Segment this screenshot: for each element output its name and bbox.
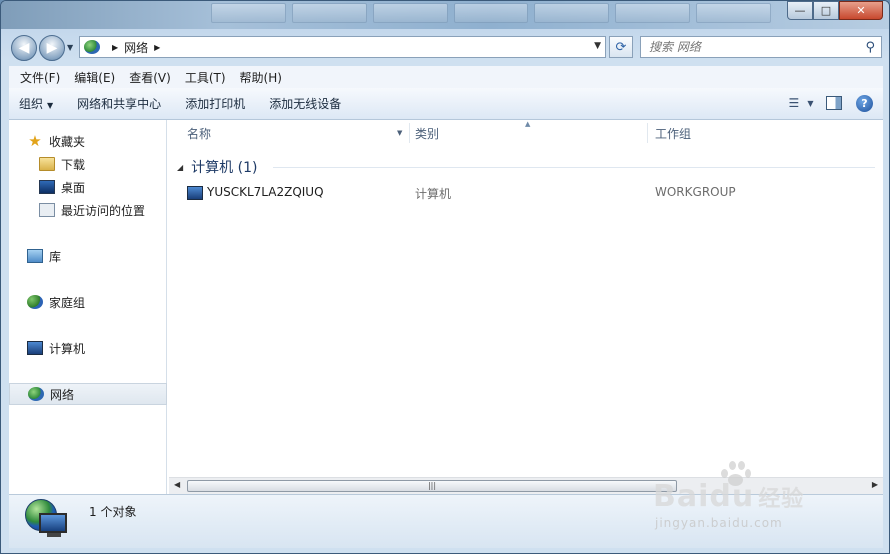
horizontal-scrollbar[interactable]: ◀ ||| ▶ [169,477,883,494]
help-icon: ? [861,96,868,110]
command-bar: 组织 ▼ 网络和共享中心 添加打印机 添加无线设备 ☰ ▼ ? [9,88,883,120]
column-header-type[interactable]: 类别 [397,120,637,146]
menu-bar: 文件(F) 编辑(E) 查看(V) 工具(T) 帮助(H) [9,66,883,88]
group-divider [273,167,875,168]
column-header-label: 类别 [415,126,440,141]
add-printer-button[interactable]: 添加打印机 [175,95,259,112]
search-icon[interactable]: ⚲ [865,40,875,55]
view-dropdown-icon: ▼ [807,98,814,108]
menu-tools[interactable]: 工具(T) [178,69,233,86]
menu-edit[interactable]: 编辑(E) [67,69,122,86]
sidebar-item-label: 网络 [50,387,75,402]
menu-view[interactable]: 查看(V) [122,69,178,86]
refresh-icon: ⟳ [615,39,627,55]
sidebar-item-label: 最近访问的位置 [61,203,146,218]
address-bar[interactable]: ▶ 网络 ▶ ▼ [79,36,606,58]
sidebar-item-downloads[interactable]: 下载 [9,153,167,175]
row-type: 计算机 [415,187,452,201]
search-input[interactable] [649,40,849,54]
group-label: 计算机 (1) [191,160,258,176]
computer-icon [27,341,43,355]
view-controls: ☰ ▼ ? [788,94,873,112]
maximize-button[interactable]: □ [813,1,839,20]
details-pane: 1 个对象 [9,494,883,548]
forward-button[interactable]: ▶ [39,35,65,61]
breadcrumb-separator-icon[interactable]: ▶ [112,43,118,52]
grip-icon: ||| [427,481,437,490]
arrow-left-icon: ◀ [18,40,30,56]
column-header-label: 工作组 [655,126,692,141]
organize-button[interactable]: 组织 ▼ [9,95,67,112]
table-row[interactable]: YUSCKL7LA2ZQIUQ 计算机 WORKGROUP [185,182,865,202]
computer-icon [187,186,209,203]
window-controls: — □ ✕ [787,1,883,20]
network-large-icon [25,499,71,543]
address-dropdown-icon[interactable]: ▼ [594,41,601,51]
item-count: 1 个对象 [89,505,137,519]
sidebar-item-label: 计算机 [49,341,86,356]
navigation-bar: ◀ ▶ ▼ ▶ 网络 ▶ ▼ ⟳ ⚲ [9,33,883,61]
title-bar[interactable]: — □ ✕ [1,1,889,29]
sidebar-item-label: 收藏夹 [49,134,86,149]
view-details-icon: ☰ [788,96,800,110]
scrollbar-thumb[interactable]: ||| [187,480,677,492]
downloads-folder-icon [39,157,55,171]
explorer-window: — □ ✕ ◀ ▶ ▼ ▶ 网络 ▶ ▼ ⟳ ⚲ 文件(F) 编辑(E) 查看(… [0,0,890,554]
column-header-name[interactable]: 名称 [169,120,409,146]
breadcrumb-network[interactable]: 网络 [124,39,148,56]
explorer-body: ★ 收藏夹 下载 桌面 最近访问的位置 库 家庭组 计算机 网络 名称 ▼ 类别… [9,120,883,494]
sidebar-item-label: 家庭组 [49,295,86,310]
library-icon [27,249,43,263]
organize-label: 组织 [19,97,44,111]
sidebar-item-homegroup[interactable]: 家庭组 [9,291,167,313]
network-icon [28,387,44,401]
change-view-button[interactable]: ☰ ▼ [788,94,814,112]
close-button[interactable]: ✕ [839,1,883,20]
chevron-down-icon: ▼ [47,101,54,110]
menu-file[interactable]: 文件(F) [13,69,67,86]
help-button[interactable]: ? [856,94,873,112]
group-header-computers[interactable]: ◢ 计算机 (1) [177,157,257,177]
navigation-pane: ★ 收藏夹 下载 桌面 最近访问的位置 库 家庭组 计算机 网络 [9,120,167,494]
refresh-button[interactable]: ⟳ [609,36,633,58]
row-name: YUSCKL7LA2ZQIUQ [207,185,324,199]
homegroup-icon [27,295,43,309]
sidebar-item-desktop[interactable]: 桌面 [9,176,167,198]
sidebar-item-favorites[interactable]: ★ 收藏夹 [9,130,167,152]
back-button[interactable]: ◀ [11,35,37,61]
collapse-group-icon[interactable]: ◢ [177,163,183,172]
column-header-label: 名称 [187,126,212,141]
scroll-right-icon[interactable]: ▶ [872,480,878,489]
minimize-button[interactable]: — [787,1,813,20]
search-box[interactable]: ⚲ [640,36,882,58]
desktop-icon [39,180,55,194]
sidebar-item-label: 桌面 [61,180,86,195]
preview-pane-button[interactable] [826,96,842,110]
add-wireless-button[interactable]: 添加无线设备 [259,95,355,112]
recent-places-icon [39,203,55,217]
star-icon: ★ [28,132,42,150]
sidebar-item-network[interactable]: 网络 [9,383,167,405]
row-workgroup: WORKGROUP [655,185,736,199]
recent-pages-dropdown[interactable]: ▼ [67,43,73,52]
sort-ascending-icon: ▲ [525,120,531,128]
sidebar-item-recent[interactable]: 最近访问的位置 [9,199,167,221]
file-list: 名称 ▼ 类别 ▲ 工作组 ◢ 计算机 (1) YUSCKL7LA2ZQIUQ … [169,120,883,482]
sidebar-item-libraries[interactable]: 库 [9,245,167,267]
breadcrumb-chevron-icon[interactable]: ▶ [154,43,160,52]
background-taskbar-ghost [211,3,772,23]
arrow-right-icon: ▶ [46,40,58,56]
sidebar-item-label: 库 [49,249,62,264]
sidebar-item-computer[interactable]: 计算机 [9,337,167,359]
sidebar-item-label: 下载 [61,157,86,172]
scroll-left-icon[interactable]: ◀ [174,480,180,489]
column-header-workgroup[interactable]: 工作组 [637,120,877,146]
menu-help[interactable]: 帮助(H) [233,69,289,86]
network-icon [84,40,100,54]
network-center-button[interactable]: 网络和共享中心 [67,95,175,112]
